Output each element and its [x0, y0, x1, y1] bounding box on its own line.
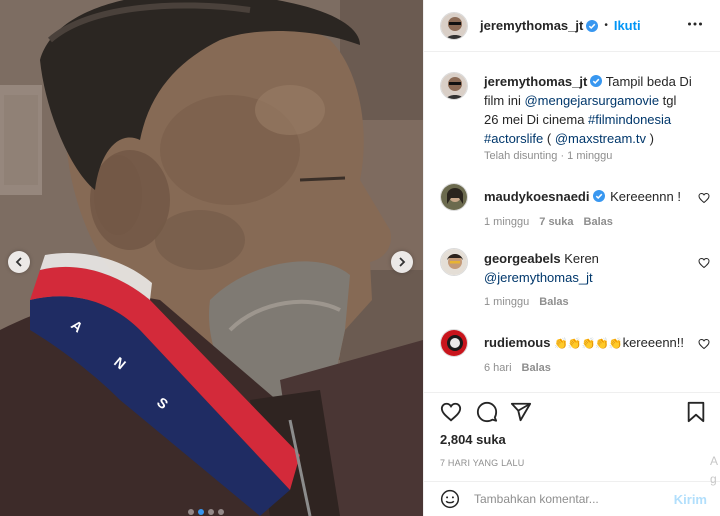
comment-body: georgeabels Keren @jeremythomas_jt	[484, 249, 694, 287]
carousel-dot	[188, 509, 194, 515]
carousel-dots	[188, 509, 224, 515]
comment-body: maudykoesnaedi Kereeennn !	[484, 187, 694, 206]
comment-text: kereeenn!!	[622, 335, 685, 350]
verified-badge-icon	[590, 75, 603, 87]
caption-text: jeremythomas_jt Tampil beda Di film ini …	[484, 72, 694, 148]
avatar-image	[441, 12, 467, 39]
caption-username[interactable]: jeremythomas_jt	[484, 74, 587, 89]
comment-username[interactable]: rudiemous	[484, 335, 550, 350]
comment-text: Kereeennn !	[610, 189, 681, 204]
comment-username[interactable]: maudykoesnaedi	[484, 189, 590, 204]
avatar-image	[441, 249, 467, 275]
avatar[interactable]	[440, 183, 468, 211]
post-date: 7 HARI YANG LALU	[440, 458, 525, 468]
verified-badge-icon	[592, 190, 605, 202]
chevron-right-icon	[399, 257, 406, 267]
post-side-panel: jeremythomas_jt • Ikuti jeremythomas_jt …	[423, 0, 720, 516]
reply-button[interactable]: Balas	[539, 296, 568, 308]
comment-likes[interactable]: 7 suka	[539, 216, 573, 228]
comment-time: 1 minggu	[484, 296, 530, 308]
carousel-dot-active	[198, 509, 204, 515]
bookmark-icon[interactable]	[686, 401, 706, 423]
comment-meta: 1 minggu 7 suka Balas	[484, 216, 613, 228]
carousel-next-button[interactable]	[391, 251, 413, 273]
post-header: jeremythomas_jt • Ikuti	[424, 0, 720, 52]
caption-text-part: (	[543, 131, 555, 146]
reply-button[interactable]: Balas	[584, 216, 613, 228]
carousel-dot	[208, 509, 214, 515]
verified-badge-icon	[586, 19, 599, 32]
carousel-prev-button[interactable]	[8, 251, 30, 273]
post-photo	[0, 0, 423, 516]
post-image[interactable]: A N S	[0, 0, 423, 516]
hashtag-link[interactable]: #filmindonesia	[588, 112, 671, 127]
chevron-left-icon	[15, 257, 22, 267]
hashtag-link[interactable]: #actorslife	[484, 131, 543, 146]
comment-input[interactable]	[474, 492, 664, 506]
caption-text-part: )	[646, 131, 654, 146]
avatar[interactable]	[440, 329, 468, 357]
edge-clipped-text: A g	[709, 454, 718, 486]
likes-count[interactable]: 2,804 suka	[440, 432, 506, 447]
mention-link[interactable]: @jeremythomas_jt	[484, 270, 593, 285]
follow-button[interactable]: Ikuti	[614, 18, 641, 33]
more-horizontal-icon[interactable]	[687, 16, 703, 32]
avatar[interactable]	[440, 11, 468, 40]
heart-icon[interactable]	[698, 257, 710, 269]
header-separator: •	[604, 20, 608, 31]
comment-meta: 1 minggu Balas	[484, 296, 569, 308]
heart-icon[interactable]	[440, 401, 462, 423]
comment-meta: 6 hari Balas	[484, 362, 551, 374]
comments-list[interactable]: jeremythomas_jt Tampil beda Di film ini …	[424, 52, 720, 392]
comment-body: rudiemous 👏👏👏👏👏kereeenn!!	[484, 333, 694, 354]
smiley-icon[interactable]	[440, 489, 460, 509]
header-username[interactable]: jeremythomas_jt	[480, 18, 583, 33]
comment-time: 6 hari	[484, 362, 512, 374]
caption-meta: Telah disunting · 1 minggu	[484, 150, 612, 162]
action-bar	[424, 392, 720, 430]
heart-icon[interactable]	[698, 192, 710, 204]
heart-icon[interactable]	[698, 338, 710, 350]
caption-edited-time: Telah disunting · 1 minggu	[484, 150, 613, 162]
carousel-dot	[218, 509, 224, 515]
comment-icon[interactable]	[476, 401, 498, 423]
avatar[interactable]	[440, 248, 468, 276]
reply-button[interactable]: Balas	[522, 362, 551, 374]
comment-time: 1 minggu	[484, 216, 530, 228]
comment-text: Keren	[564, 251, 599, 266]
avatar-image	[441, 184, 467, 210]
avatar[interactable]	[440, 72, 468, 100]
mention-link[interactable]: @maxstream.tv	[555, 131, 646, 146]
add-comment-bar: Kirim	[424, 481, 720, 516]
comment-emojis: 👏👏👏👏👏	[554, 338, 623, 350]
send-icon[interactable]	[510, 401, 532, 423]
avatar-image	[441, 330, 467, 356]
avatar-image	[441, 73, 467, 99]
comment-username[interactable]: georgeabels	[484, 251, 561, 266]
post-comment-button[interactable]: Kirim	[674, 492, 707, 507]
mention-link[interactable]: @mengejarsurgamovie	[524, 93, 659, 108]
